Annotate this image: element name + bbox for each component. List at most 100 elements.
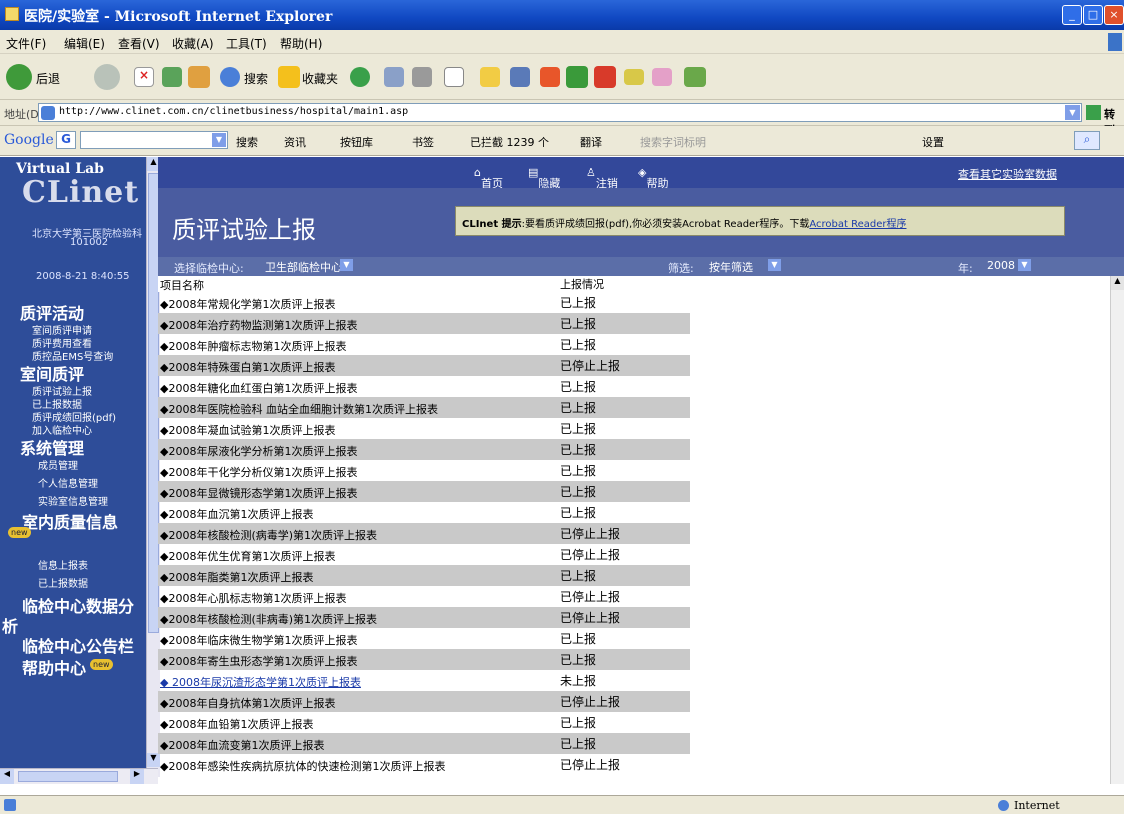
help-link[interactable]: ◈ 帮助: [638, 166, 668, 190]
row-name[interactable]: ◆2008年尿液化学分析第1次质评上报表: [160, 443, 357, 459]
table-row[interactable]: ◆2008年显微镜形态学第1次质评上报表 已上报: [158, 481, 690, 502]
menu-file[interactable]: 文件(F): [6, 35, 46, 52]
research-icon[interactable]: [510, 67, 530, 87]
table-row[interactable]: ◆2008年血沉第1次质评上报表 已上报: [158, 502, 690, 523]
table-row[interactable]: ◆2008年感染性疾病抗原抗体的快速检测第1次质评上报表 已停止上报: [158, 754, 690, 775]
menu-edit[interactable]: 编辑(E): [64, 35, 105, 52]
refresh-icon[interactable]: [162, 67, 182, 87]
minimize-button[interactable]: _: [1062, 5, 1082, 25]
table-row[interactable]: ◆2008年临床微生物学第1次质评上报表 已上报: [158, 628, 690, 649]
row-name[interactable]: ◆2008年特殊蛋白第1次质评上报表: [160, 359, 335, 375]
address-dropdown-icon[interactable]: ▼: [1065, 105, 1080, 120]
row-name[interactable]: ◆2008年核酸检测(非病毒)第1次质评上报表: [160, 611, 377, 627]
row-name[interactable]: ◆2008年糖化血红蛋白第1次质评上报表: [160, 380, 357, 396]
table-row[interactable]: ◆2008年干化学分析仪第1次质评上报表 已上报: [158, 460, 690, 481]
edit-icon[interactable]: [444, 67, 464, 87]
table-row[interactable]: ◆2008年血流变第1次质评上报表 已上报: [158, 733, 690, 754]
table-row[interactable]: ◆2008年特殊蛋白第1次质评上报表 已停止上报: [158, 355, 690, 376]
table-row[interactable]: ◆2008年治疗药物监测第1次质评上报表 已上报: [158, 313, 690, 334]
hscroll-thumb[interactable]: [18, 771, 118, 782]
row-name[interactable]: ◆2008年自身抗体第1次质评上报表: [160, 695, 335, 711]
table-row[interactable]: ◆2008年凝血试验第1次质评上报表 已上报: [158, 418, 690, 439]
nav-lab-info[interactable]: 实验室信息管理: [38, 493, 108, 508]
row-name[interactable]: ◆2008年血沉第1次质评上报表: [160, 506, 313, 522]
scroll-left-icon[interactable]: ◀: [0, 769, 14, 784]
go-arrow-icon[interactable]: [1086, 105, 1101, 120]
history-icon[interactable]: [350, 67, 370, 87]
menu-help[interactable]: 帮助(H): [280, 35, 322, 52]
google-menu-button[interactable]: G: [56, 131, 76, 149]
other-labs-link[interactable]: 查看其它实验室数据: [958, 166, 1057, 182]
scroll-right-icon[interactable]: ▶: [130, 769, 144, 784]
nav-members[interactable]: 成员管理: [38, 457, 78, 472]
table-row[interactable]: ◆2008年尿液化学分析第1次质评上报表 已上报: [158, 439, 690, 460]
table-row[interactable]: ◆2008年肿瘤标志物第1次质评上报表 已上报: [158, 334, 690, 355]
row-name[interactable]: ◆2008年肿瘤标志物第1次质评上报表: [160, 338, 346, 354]
google-translate[interactable]: 翻译: [580, 134, 602, 150]
row-name[interactable]: ◆2008年干化学分析仪第1次质评上报表: [160, 464, 357, 480]
table-row[interactable]: ◆ 2008年尿沉渣形态学第1次质评上报表 未上报: [158, 670, 690, 691]
search-label[interactable]: 搜索: [244, 70, 268, 87]
google-popup-blocked[interactable]: 已拦截 1239 个: [470, 134, 549, 150]
messenger-icon[interactable]: [540, 67, 560, 87]
table-row[interactable]: ◆2008年糖化血红蛋白第1次质评上报表 已上报: [158, 376, 690, 397]
mail-icon[interactable]: [384, 67, 404, 87]
center-select[interactable]: 卫生部临检中心 ▼: [262, 258, 354, 274]
nav-personal-info[interactable]: 个人信息管理: [38, 475, 98, 490]
search-icon[interactable]: [220, 67, 240, 87]
table-row[interactable]: ◆2008年优生优育第1次质评上报表 已停止上报: [158, 544, 690, 565]
row-name[interactable]: ◆2008年核酸检测(病毒学)第1次质评上报表: [160, 527, 377, 543]
filter-select[interactable]: 按年筛选 ▼: [706, 258, 782, 274]
toolbar-green-icon[interactable]: [566, 66, 588, 88]
folder-icon[interactable]: [480, 67, 500, 87]
table-row[interactable]: ◆2008年核酸检测(病毒学)第1次质评上报表 已停止上报: [158, 523, 690, 544]
nav-data-analysis-cont[interactable]: 析: [2, 613, 18, 637]
row-name[interactable]: ◆2008年脂类第1次质评上报表: [160, 569, 313, 585]
toolbar-pink-icon[interactable]: [652, 68, 672, 86]
google-bookmarks[interactable]: 书签: [412, 134, 434, 150]
nav-info-report[interactable]: 信息上报表: [38, 557, 88, 572]
table-row[interactable]: ◆2008年寄生虫形态学第1次质评上报表 已上报: [158, 649, 690, 670]
google-dropdown-icon[interactable]: ▼: [212, 133, 226, 147]
back-label[interactable]: 后退: [36, 70, 60, 87]
table-row[interactable]: ◆2008年血铅第1次质评上报表 已上报: [158, 712, 690, 733]
row-name[interactable]: ◆2008年常规化学第1次质评上报表: [160, 296, 335, 312]
table-row[interactable]: ◆2008年心肌标志物第1次质评上报表 已停止上报: [158, 586, 690, 607]
favorites-star-icon[interactable]: [278, 66, 300, 88]
ebay-icon[interactable]: [624, 69, 644, 85]
nav-data-analysis[interactable]: 临检中心数据分: [22, 593, 134, 617]
table-row[interactable]: ◆2008年医院检验科 血站全血细胞计数第1次质评上报表 已上报: [158, 397, 690, 418]
hide-link[interactable]: ▤ 隐藏: [528, 166, 560, 190]
toolbar-red-icon[interactable]: [594, 66, 616, 88]
row-name[interactable]: ◆2008年治疗药物监测第1次质评上报表: [160, 317, 357, 333]
sidebar-horizontal-scrollbar[interactable]: ◀ ▶: [0, 768, 158, 784]
favorites-label[interactable]: 收藏夹: [302, 70, 338, 87]
home-link[interactable]: ⌂ 首页: [474, 166, 503, 190]
maximize-button[interactable]: □: [1083, 5, 1103, 25]
logout-link[interactable]: ♙ 注销: [586, 166, 618, 190]
row-name[interactable]: ◆2008年凝血试验第1次质评上报表: [160, 422, 335, 438]
table-row[interactable]: ◆2008年脂类第1次质评上报表 已上报: [158, 565, 690, 586]
magnifier-icon[interactable]: ⌕: [1074, 131, 1100, 150]
print-icon[interactable]: [412, 67, 432, 87]
google-search-button[interactable]: 搜索: [236, 134, 258, 150]
menu-view[interactable]: 查看(V): [118, 35, 160, 52]
back-arrow-icon[interactable]: [6, 64, 32, 90]
close-button[interactable]: ×: [1104, 5, 1124, 25]
year-select[interactable]: 2008 ▼: [984, 258, 1032, 274]
nav-bulletin[interactable]: 临检中心公告栏: [22, 633, 134, 657]
menu-favorites[interactable]: 收藏(A): [172, 35, 214, 52]
row-name[interactable]: ◆2008年医院检验科 血站全血细胞计数第1次质评上报表: [160, 401, 438, 417]
row-name[interactable]: ◆2008年感染性疾病抗原抗体的快速检测第1次质评上报表: [160, 758, 445, 774]
nav-help-center[interactable]: 帮助中心: [22, 655, 86, 679]
stop-icon[interactable]: ×: [134, 67, 154, 87]
row-name[interactable]: ◆2008年优生优育第1次质评上报表: [160, 548, 335, 564]
row-name[interactable]: ◆2008年血流变第1次质评上报表: [160, 737, 324, 753]
row-name-link[interactable]: ◆ 2008年尿沉渣形态学第1次质评上报表: [160, 674, 361, 690]
row-name[interactable]: ◆2008年显微镜形态学第1次质评上报表: [160, 485, 357, 501]
home-icon[interactable]: [188, 66, 210, 88]
row-name[interactable]: ◆2008年寄生虫形态学第1次质评上报表: [160, 653, 357, 669]
google-settings[interactable]: 设置: [922, 134, 944, 150]
google-buttons-gallery[interactable]: 按钮库: [340, 134, 373, 150]
toolbar-extra-icon[interactable]: [684, 67, 706, 87]
